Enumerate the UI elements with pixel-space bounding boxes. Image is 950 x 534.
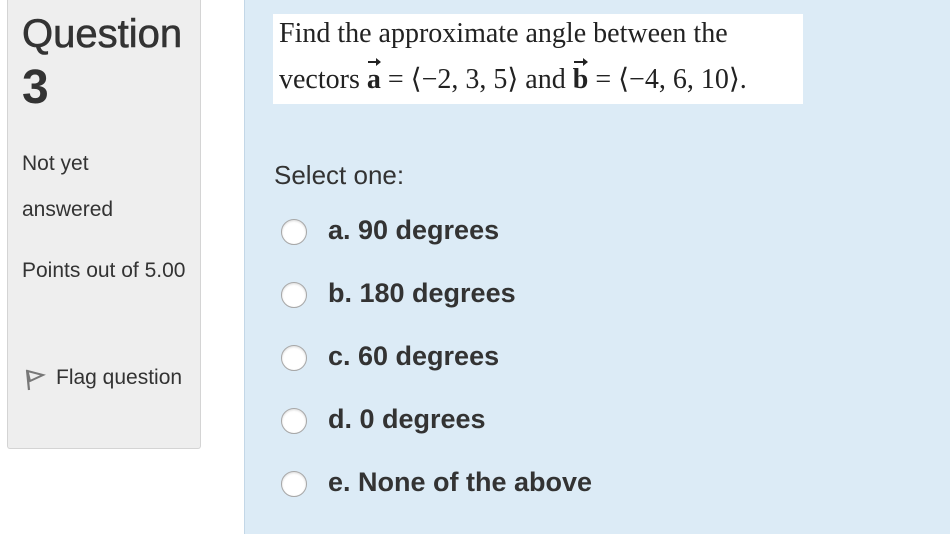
answer-option-b[interactable]: b. 180 degrees — [281, 278, 781, 318]
question-state: Not yet answered — [22, 152, 114, 221]
question-info-panel: Question 3 Not yet answered Points out o… — [7, 0, 201, 449]
flag-icon — [22, 363, 48, 391]
question-text-line2: vectors a = ⟨−2, 3, 5⟩ and b = ⟨−4, 6, 1… — [279, 58, 747, 96]
answer-option-c[interactable]: c. 60 degrees — [281, 341, 781, 381]
answer-label-d[interactable]: d. 0 degrees — [328, 404, 486, 435]
question-grade: Points out of 5.00 — [22, 259, 186, 282]
answer-label-e[interactable]: e. None of the above — [328, 467, 592, 498]
radio-e[interactable] — [281, 471, 307, 497]
radio-d[interactable] — [281, 408, 307, 434]
question-text-image: Find the approximate angle between the v… — [273, 14, 803, 104]
vector-b-value: = ⟨−4, 6, 10⟩. — [595, 64, 747, 95]
radio-b[interactable] — [281, 282, 307, 308]
vector-b-symbol: b — [572, 58, 589, 95]
vectors-word: vectors — [279, 64, 360, 95]
answer-label-c[interactable]: c. 60 degrees — [328, 341, 499, 372]
answer-option-a[interactable]: a. 90 degrees — [281, 215, 781, 255]
question-heading: Question — [22, 12, 183, 57]
answer-option-d[interactable]: d. 0 degrees — [281, 404, 781, 444]
question-content: Find the approximate angle between the v… — [244, 0, 950, 534]
vector-a-symbol: a — [366, 58, 381, 95]
flag-label: Flag question — [56, 366, 183, 389]
radio-a[interactable] — [281, 219, 307, 245]
and-word: and — [525, 64, 566, 95]
vector-a-value: = ⟨−2, 3, 5⟩ — [387, 64, 519, 95]
question-number: 3 — [22, 61, 49, 114]
select-one-prompt: Select one: — [274, 160, 405, 190]
radio-c[interactable] — [281, 345, 307, 371]
answer-label-b[interactable]: b. 180 degrees — [328, 278, 516, 309]
answer-option-e[interactable]: e. None of the above — [281, 467, 781, 507]
flag-question-link[interactable]: Flag question — [22, 355, 192, 401]
quiz-page: Question 3 Not yet answered Points out o… — [0, 0, 950, 534]
answer-label-a[interactable]: a. 90 degrees — [328, 215, 499, 246]
question-text-line1: Find the approximate angle between the — [279, 18, 728, 49]
